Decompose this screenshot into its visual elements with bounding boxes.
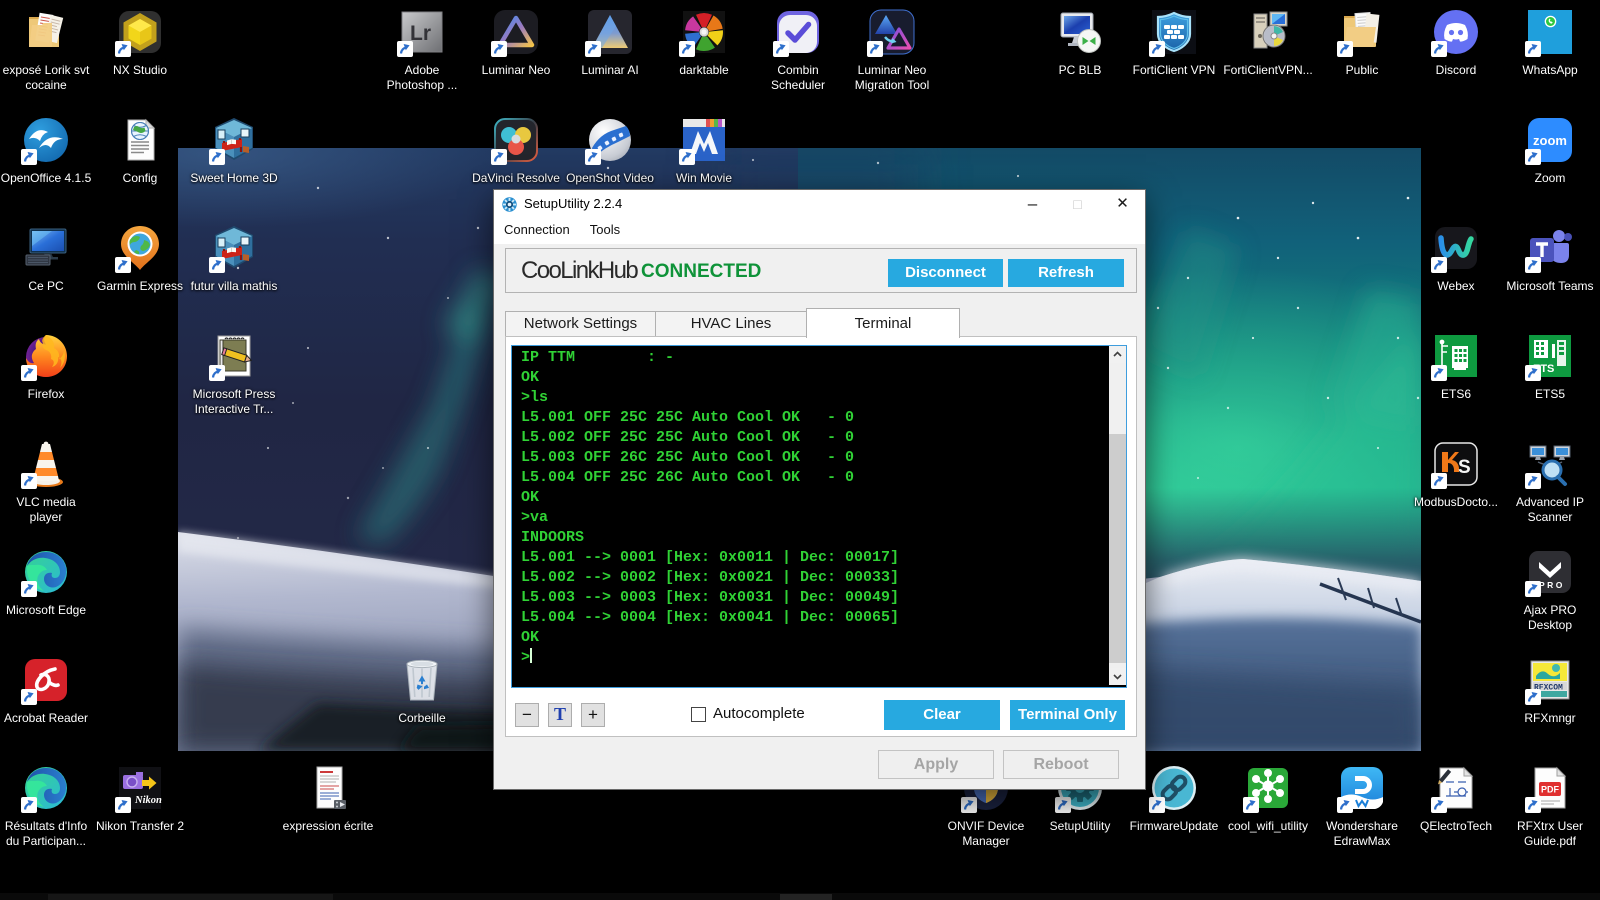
svg-text:Nikon: Nikon [134, 795, 162, 806]
svg-text:PDF: PDF [1541, 785, 1560, 795]
svg-text:Lr: Lr [410, 22, 431, 45]
svg-text:S: S [1458, 457, 1471, 478]
svg-text:PRO: PRO [1539, 580, 1565, 590]
svg-text:zoom: zoom [1533, 133, 1567, 148]
